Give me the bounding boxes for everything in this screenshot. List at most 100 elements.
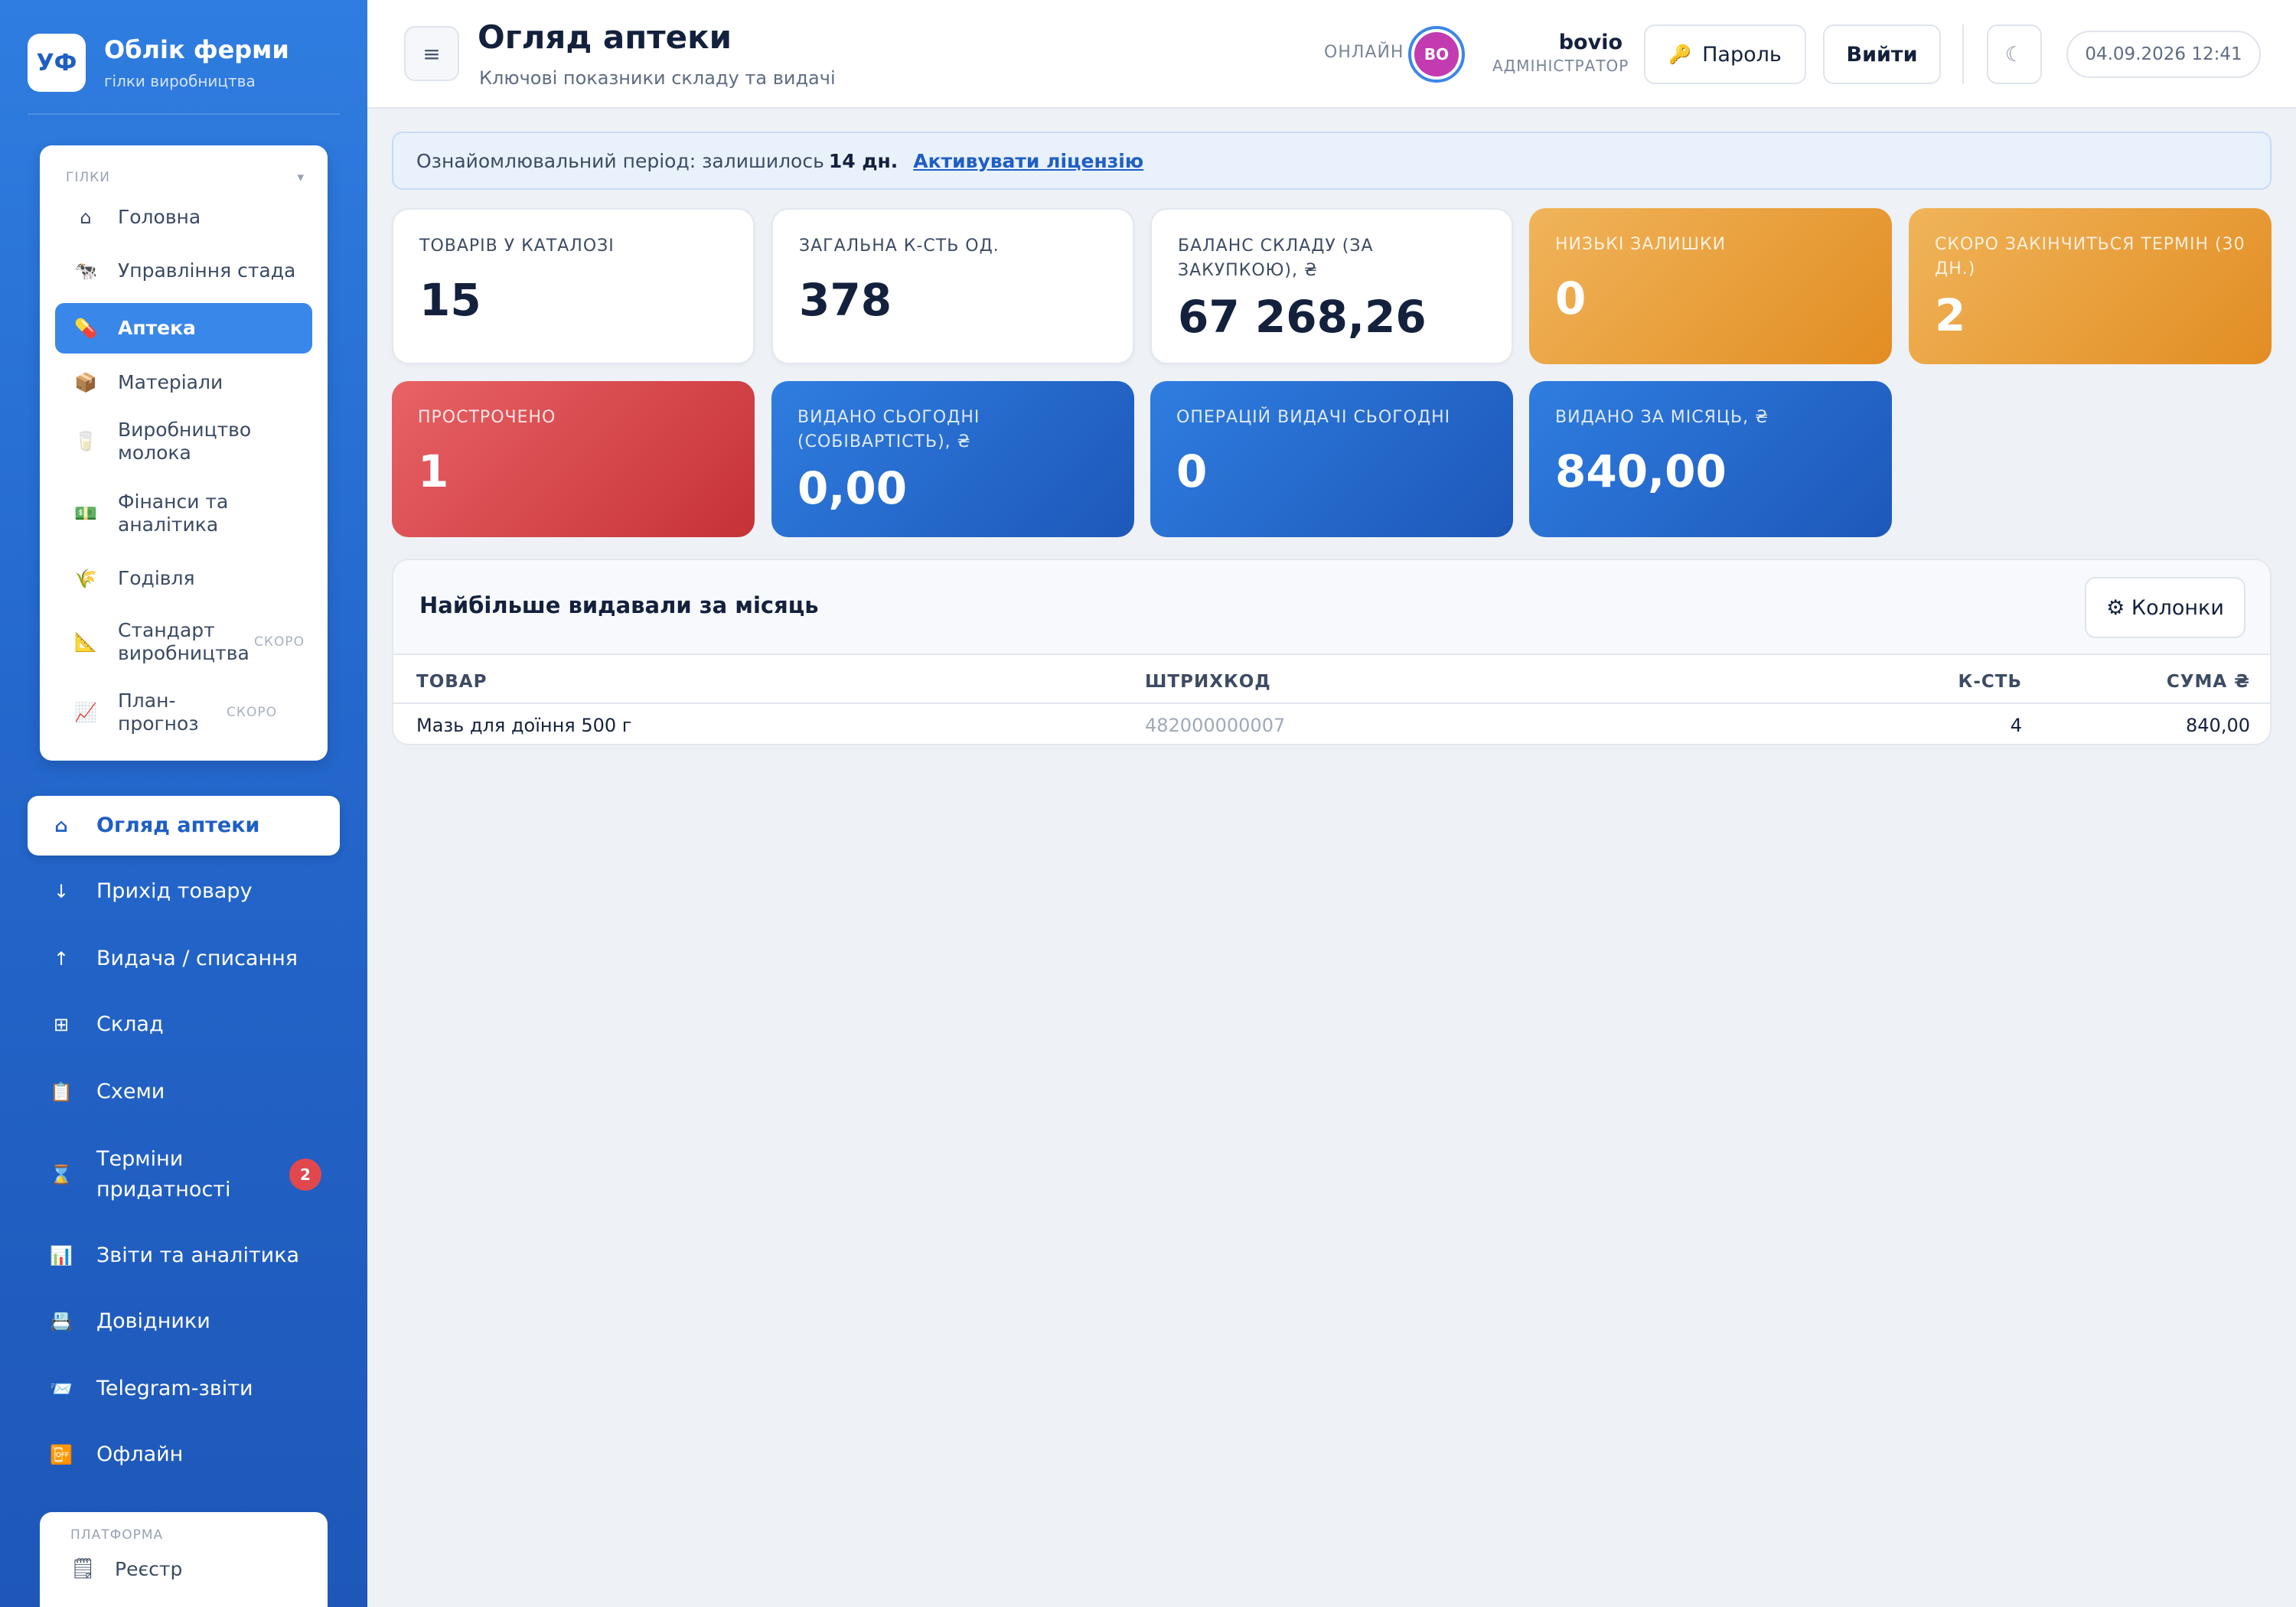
change-password-button[interactable]: 🔑 Пароль	[1644, 24, 1806, 84]
trial-banner: Ознайомлювальний період: залишилось 14 д…	[392, 132, 2272, 190]
stat-value: 0	[1176, 445, 1208, 497]
branch-item-label: Стандарт виробництва	[118, 619, 249, 664]
branch-item-herd[interactable]: 🐄 Управління стада	[55, 249, 312, 292]
stat-value: 840,00	[1555, 445, 1727, 497]
brand-title: Облік ферми	[104, 35, 289, 64]
nav-item-offline[interactable]: 📴 Офлайн	[28, 1429, 340, 1480]
branch-item-forecast[interactable]: 📈 План-прогноз СКОРО	[55, 686, 312, 739]
nav-item-overview[interactable]: ⌂ Огляд аптеки	[28, 796, 340, 856]
theme-toggle-button[interactable]: ☾	[1987, 24, 2042, 84]
branch-item-label: Годівля	[118, 567, 195, 589]
column-header-qty[interactable]: К-СТЬ	[1886, 672, 2022, 692]
nav-item-label: Склад	[96, 1012, 164, 1036]
cow-icon: 🐄	[74, 260, 97, 282]
platform-item-registry[interactable]: 🗒 Реєстр	[70, 1546, 182, 1592]
feed-icon: 🌾	[74, 568, 97, 589]
branch-item-standard[interactable]: 📐 Стандарт виробництва СКОРО	[55, 615, 312, 669]
trial-days: 14 дн.	[828, 149, 899, 172]
column-header-barcode[interactable]: ШТРИХКОД	[1145, 672, 1271, 692]
nav-item-receipt[interactable]: ↓ Прихід товару	[28, 866, 340, 917]
branches-header[interactable]: ГІЛКИ ▾	[66, 170, 305, 185]
ruler-icon: 📐	[74, 631, 97, 653]
stat-card-issued-today: ВИДАНО СЬОГОДНІ (СОБІВАРТІСТЬ), ₴ 0,00	[771, 381, 1134, 537]
branch-item-finance[interactable]: 💵 Фінанси та аналітика	[55, 487, 312, 540]
column-header-sum[interactable]: СУМА ₴	[2077, 672, 2250, 692]
nav-item-issue[interactable]: ↑ Видача / списання	[28, 934, 340, 984]
logout-label: Вийти	[1846, 42, 1918, 67]
stat-value: 0,00	[797, 462, 908, 514]
divider	[393, 702, 2270, 704]
online-status: ОНЛАЙН	[1324, 43, 1404, 62]
column-header-product[interactable]: ТОВАР	[416, 672, 487, 692]
registry-icon: 🗒	[70, 1557, 96, 1580]
columns-button[interactable]: ⚙ Колонки	[2085, 577, 2245, 638]
nav-item-label: Схеми	[96, 1080, 165, 1103]
branch-item-label: Виробництво молока	[118, 419, 252, 464]
nav-item-label: Терміни придатності	[96, 1147, 231, 1201]
platform-header: ПЛАТФОРМА	[70, 1527, 164, 1543]
nav-item-expiry[interactable]: ⌛ Терміни придатності 2	[28, 1140, 340, 1209]
stat-label: ТОВАРІВ У КАТАЛОЗІ	[419, 236, 615, 256]
brand-subtitle: гілки виробництва	[104, 72, 256, 90]
branch-item-label: Головна	[118, 206, 201, 228]
branch-item-home[interactable]: ⌂ Головна	[55, 196, 312, 239]
hamburger-icon: ≡	[422, 41, 441, 67]
table-card-header: Найбільше видавали за місяць ⚙ Колонки	[393, 560, 2270, 655]
arrow-up-icon: ↑	[53, 948, 70, 970]
bar-chart-icon: 📊	[50, 1245, 73, 1266]
chevron-down-icon[interactable]: ▾	[297, 170, 305, 185]
chart-up-icon: 📈	[74, 702, 97, 723]
key-icon: 🔑	[1668, 44, 1692, 65]
user-name: bovio	[1558, 31, 1623, 54]
soon-badge: СКОРО	[254, 634, 305, 650]
divider	[1962, 24, 1964, 84]
stat-label: ОПЕРАЦІЙ ВИДАЧІ СЬОГОДНІ	[1176, 408, 1451, 427]
stat-card-balance: БАЛАНС СКЛАДУ (ЗА ЗАКУПКОЮ), ₴ 67 268,26	[1150, 208, 1513, 364]
stat-card-operations-today: ОПЕРАЦІЙ ВИДАЧІ СЬОГОДНІ 0	[1150, 381, 1513, 537]
branch-item-label: Фінанси та аналітика	[118, 491, 229, 536]
home-icon: ⌂	[80, 207, 92, 228]
stat-card-low-stock: НИЗЬКІ ЗАЛИШКИ 0	[1529, 208, 1892, 364]
clipboard-icon: 📋	[50, 1081, 73, 1103]
menu-toggle-button[interactable]: ≡	[404, 26, 459, 81]
nav-item-label: Офлайн	[96, 1442, 184, 1466]
branch-item-feeding[interactable]: 🌾 Годівля	[55, 557, 312, 600]
nav-item-reports[interactable]: 📊 Звіти та аналітика	[28, 1231, 340, 1281]
nav-item-directories[interactable]: 📇 Довідники	[28, 1296, 340, 1347]
pill-icon: 💊	[74, 318, 97, 339]
avatar[interactable]: BO	[1408, 26, 1465, 83]
branch-item-materials[interactable]: 📦 Матеріали	[55, 361, 312, 404]
platform-item-label: Реєстр	[115, 1557, 183, 1580]
change-password-label: Пароль	[1702, 42, 1782, 67]
stat-label: ЗАГАЛЬНА К-СТЬ ОД.	[799, 236, 1000, 256]
cell-product: Мазь для доїння 500 г	[416, 715, 632, 736]
table-title: Найбільше видавали за місяць	[419, 592, 819, 618]
moon-icon: ☾	[2004, 42, 2024, 67]
current-datetime: 04.09.2026 12:41	[2066, 31, 2261, 78]
avatar-initials: BO	[1414, 32, 1459, 77]
stat-label: БАЛАНС СКЛАДУ (ЗА ЗАКУПКОЮ), ₴	[1178, 236, 1374, 280]
branch-item-pharmacy[interactable]: 💊 Аптека	[55, 303, 312, 354]
branch-item-label: Аптека	[118, 317, 196, 339]
stat-label: ВИДАНО ЗА МІСЯЦЬ, ₴	[1555, 408, 1769, 427]
offline-icon: 📴	[50, 1444, 73, 1465]
branch-item-label: План-прогноз	[118, 689, 199, 735]
stat-value: 0	[1555, 272, 1587, 324]
nav-item-schemes[interactable]: 📋 Схеми	[28, 1067, 340, 1117]
stat-label: НИЗЬКІ ЗАЛИШКИ	[1555, 235, 1727, 254]
soon-badge: СКОРО	[227, 705, 277, 720]
stat-label: ПРОСТРОЧЕНО	[418, 408, 556, 427]
brand[interactable]: УФ Облік ферми гілки виробництва	[28, 34, 289, 92]
platform-panel: ПЛАТФОРМА 🗒 Реєстр	[40, 1512, 328, 1607]
page-title: Огляд аптеки	[478, 18, 732, 56]
cardfile-icon: 📇	[50, 1311, 73, 1332]
trial-text: Ознайомлювальний період: залишилось	[416, 149, 824, 172]
activate-license-link[interactable]: Активувати ліцензію	[913, 150, 1143, 172]
nav-item-label: Довідники	[96, 1309, 210, 1333]
logout-button[interactable]: Вийти	[1823, 24, 1941, 84]
nav-item-warehouse[interactable]: ⊞ Склад	[28, 999, 340, 1050]
telegram-icon: 📨	[50, 1378, 73, 1400]
stat-value: 1	[418, 445, 449, 497]
branch-item-milk[interactable]: 🥛 Виробництво молока	[55, 415, 312, 468]
nav-item-telegram[interactable]: 📨 Telegram-звіти	[28, 1364, 340, 1414]
